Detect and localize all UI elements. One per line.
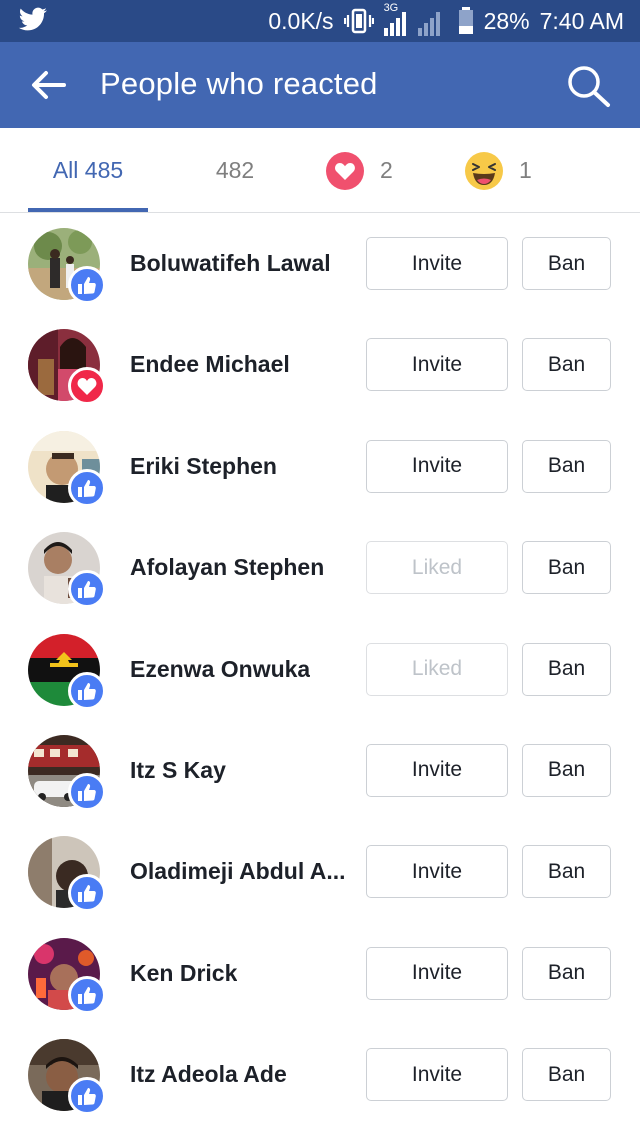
person-name[interactable]: Ken Drick — [130, 960, 237, 987]
tab-like[interactable]: 482 — [200, 128, 270, 213]
status-bar: 0.0K/s 3G 28% 7:40 AM — [0, 0, 640, 42]
ban-button[interactable]: Ban — [522, 642, 611, 696]
like-badge-icon — [68, 975, 106, 1014]
ban-button[interactable]: Ban — [522, 1048, 611, 1102]
list-item: Ken Drick Invite Ban — [0, 924, 640, 1025]
tab-all[interactable]: All 485 — [28, 128, 148, 213]
person-name[interactable]: Boluwatifeh Lawal — [130, 250, 331, 277]
active-tab-indicator — [28, 208, 148, 212]
invite-button[interactable]: Invite — [366, 1048, 508, 1102]
ban-button[interactable]: Ban — [522, 338, 611, 392]
liked-button[interactable]: Liked — [366, 541, 508, 595]
back-arrow-icon[interactable] — [30, 68, 66, 102]
like-badge-icon — [68, 671, 106, 710]
app-bar: People who reacted — [0, 42, 640, 128]
page-title: People who reacted — [100, 66, 378, 101]
ban-button[interactable]: Ban — [522, 743, 611, 797]
ban-button[interactable]: Ban — [522, 237, 611, 290]
invite-button[interactable]: Invite — [366, 845, 508, 899]
person-name[interactable]: Ezenwa Onwuka — [130, 656, 310, 683]
tab-haha-count: 1 — [519, 157, 532, 183]
person-name[interactable]: Eriki Stephen — [130, 453, 277, 480]
tab-like-count: 482 — [215, 157, 255, 183]
ban-button[interactable]: Ban — [522, 541, 611, 595]
invite-button[interactable]: Invite — [366, 743, 508, 797]
ban-button[interactable]: Ban — [522, 845, 611, 899]
vibrate-icon — [343, 8, 374, 34]
tab-all-label: All 485 — [52, 157, 124, 183]
list-item: Boluwatifeh Lawal Invite Ban — [0, 214, 640, 315]
search-icon[interactable] — [566, 64, 612, 108]
like-badge-icon — [68, 874, 106, 913]
invite-button[interactable]: Invite — [366, 439, 508, 493]
ban-button[interactable]: Ban — [522, 946, 611, 1000]
list-item: Oladimeji Abdul A... Invite Ban — [0, 822, 640, 923]
haha-reaction-icon — [465, 151, 503, 190]
like-badge-icon — [68, 1077, 106, 1116]
invite-button[interactable]: Invite — [366, 946, 508, 1000]
invite-button[interactable]: Invite — [366, 338, 508, 392]
tab-haha[interactable]: 1 — [465, 128, 545, 213]
invite-button[interactable]: Invite — [366, 237, 508, 290]
like-badge-icon — [68, 266, 106, 304]
person-name[interactable]: Itz S Kay — [130, 757, 226, 784]
person-name[interactable]: Endee Michael — [130, 351, 290, 378]
liked-button[interactable]: Liked — [366, 642, 508, 696]
list-item: Afolayan Stephen Liked Ban — [0, 518, 640, 619]
like-badge-icon — [68, 772, 106, 811]
battery-percent: 28% — [483, 7, 530, 34]
twitter-icon — [18, 7, 47, 31]
love-reaction-icon — [326, 151, 364, 190]
list-item: Eriki Stephen Invite Ban — [0, 417, 640, 518]
person-name[interactable]: Itz Adeola Ade — [130, 1061, 287, 1088]
person-name[interactable]: Afolayan Stephen — [130, 554, 324, 581]
ban-button[interactable]: Ban — [522, 439, 611, 493]
signal-icon: 3G — [383, 2, 448, 36]
network-speed: 0.0K/s — [268, 7, 334, 34]
like-badge-icon — [68, 468, 106, 507]
person-name[interactable]: Oladimeji Abdul A... — [130, 858, 346, 885]
reaction-tabs: All 485 482 2 1 — [0, 128, 640, 213]
love-badge-icon — [68, 367, 106, 406]
battery-icon — [458, 7, 473, 34]
tab-love-count: 2 — [380, 157, 393, 183]
list-item: Endee Michael Invite Ban — [0, 315, 640, 416]
list-item: Itz Adeola Ade Invite Ban — [0, 1025, 640, 1126]
list-item: Itz S Kay Invite Ban — [0, 721, 640, 822]
list-item: Ezenwa Onwuka Liked Ban — [0, 620, 640, 721]
reactor-list: Boluwatifeh Lawal Invite Ban Endee Micha… — [0, 214, 640, 1127]
like-badge-icon — [68, 570, 106, 609]
tab-love[interactable]: 2 — [326, 128, 406, 213]
clock: 7:40 AM — [539, 7, 624, 34]
